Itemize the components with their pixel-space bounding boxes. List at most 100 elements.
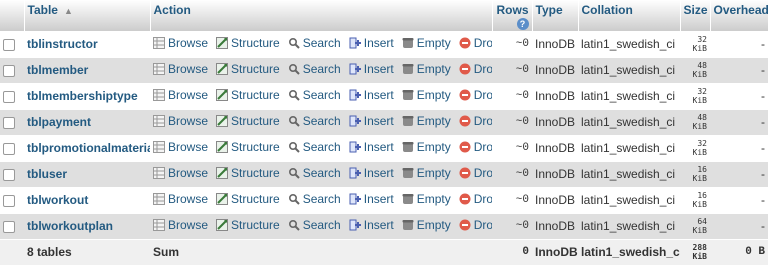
empty-icon — [402, 37, 414, 49]
browse-icon — [153, 89, 165, 101]
browse-action[interactable]: Browse — [153, 88, 208, 102]
help-icon[interactable]: ? — [516, 18, 529, 30]
table-name-link[interactable]: tblinstructor — [27, 37, 98, 51]
row-checkbox[interactable] — [3, 142, 15, 155]
row-collation: latin1_swedish_ci — [578, 109, 680, 136]
actions-cell: Browse Structure Search Insert Empty Drop — [150, 213, 492, 240]
sort-arrow-icon[interactable]: ▲ — [64, 6, 73, 16]
search-action[interactable]: Search — [288, 114, 341, 128]
search-action[interactable]: Search — [288, 166, 341, 180]
table-name-cell: tbluser — [24, 161, 150, 188]
table-name-link[interactable]: tblworkoutplan — [27, 219, 113, 233]
table-name-cell: tblmember — [24, 57, 150, 84]
browse-label: Browse — [168, 192, 209, 206]
drop-action[interactable]: Drop — [459, 62, 492, 76]
insert-action[interactable]: Insert — [349, 192, 394, 206]
search-label: Search — [302, 192, 341, 206]
table-name-link[interactable]: tblpayment — [27, 115, 91, 129]
row-checkbox[interactable] — [3, 168, 15, 181]
header-type[interactable]: Type — [532, 0, 579, 31]
drop-action[interactable]: Drop — [459, 192, 492, 206]
browse-action[interactable]: Browse — [153, 62, 208, 76]
table-row: tbluser Browse Structure Search Insert Empty D… — [0, 161, 768, 188]
insert-action[interactable]: Insert — [349, 36, 394, 50]
header-rows[interactable]: Rows? — [492, 0, 533, 31]
drop-icon — [459, 219, 471, 231]
insert-label: Insert — [363, 140, 394, 154]
row-checkbox-cell — [0, 83, 24, 110]
structure-action[interactable]: Structure — [216, 88, 280, 102]
header-size[interactable]: Size — [680, 0, 711, 31]
empty-action[interactable]: Empty — [402, 166, 451, 180]
structure-action[interactable]: Structure — [216, 140, 280, 154]
empty-action[interactable]: Empty — [402, 114, 451, 128]
table-name-link[interactable]: tblmembershiptype — [27, 89, 138, 103]
insert-action[interactable]: Insert — [349, 88, 394, 102]
structure-action[interactable]: Structure — [216, 192, 280, 206]
structure-action[interactable]: Structure — [216, 36, 280, 50]
insert-action[interactable]: Insert — [349, 218, 394, 232]
row-overhead: - — [710, 135, 768, 162]
insert-action[interactable]: Insert — [349, 140, 394, 154]
table-name-link[interactable]: tblmember — [27, 63, 88, 77]
empty-action[interactable]: Empty — [402, 88, 451, 102]
summary-sum-label: Sum — [150, 238, 492, 266]
insert-action[interactable]: Insert — [349, 62, 394, 76]
row-size-value: 32 — [697, 139, 707, 148]
browse-action[interactable]: Browse — [153, 166, 208, 180]
header-table-label: Table — [27, 3, 58, 17]
search-action[interactable]: Search — [288, 62, 341, 76]
insert-action[interactable]: Insert — [349, 166, 394, 180]
browse-action[interactable]: Browse — [153, 36, 208, 50]
drop-action[interactable]: Drop — [459, 140, 492, 154]
header-row: Table ▲ Action Rows? Type Collation Size … — [0, 0, 768, 31]
drop-icon — [459, 115, 471, 127]
insert-action[interactable]: Insert — [349, 114, 394, 128]
drop-action[interactable]: Drop — [459, 88, 492, 102]
insert-label: Insert — [363, 62, 394, 76]
table-name-link[interactable]: tbluser — [27, 167, 67, 181]
structure-action[interactable]: Structure — [216, 218, 280, 232]
table-name-link[interactable]: tblworkout — [27, 193, 88, 207]
header-collation[interactable]: Collation — [578, 0, 681, 31]
drop-action[interactable]: Drop — [459, 36, 492, 50]
row-checkbox[interactable] — [3, 64, 15, 77]
search-label: Search — [302, 35, 341, 50]
row-size: 32 KiB — [680, 83, 710, 110]
empty-action[interactable]: Empty — [402, 62, 451, 76]
table-name-cell: tblpayment — [24, 109, 150, 136]
row-checkbox[interactable] — [3, 90, 15, 103]
row-size: 16 KiB — [680, 187, 710, 214]
table-name-link[interactable]: tblpromotionalmaterial — [27, 141, 150, 155]
search-action[interactable]: Search — [288, 192, 341, 206]
browse-action[interactable]: Browse — [153, 140, 208, 154]
search-action[interactable]: Search — [288, 218, 341, 232]
search-action[interactable]: Search — [288, 140, 341, 154]
empty-action[interactable]: Empty — [402, 218, 451, 232]
row-checkbox[interactable] — [3, 116, 15, 129]
browse-action[interactable]: Browse — [153, 218, 208, 232]
row-checkbox[interactable] — [3, 194, 15, 207]
empty-action[interactable]: Empty — [402, 192, 451, 206]
row-collation: latin1_swedish_ci — [578, 31, 680, 58]
structure-action[interactable]: Structure — [216, 166, 280, 180]
empty-action[interactable]: Empty — [402, 36, 451, 50]
structure-action[interactable]: Structure — [216, 62, 280, 76]
row-checkbox[interactable] — [3, 38, 15, 51]
browse-action[interactable]: Browse — [153, 114, 208, 128]
search-action[interactable]: Search — [288, 36, 341, 50]
drop-action[interactable]: Drop — [459, 114, 492, 128]
search-action[interactable]: Search — [288, 88, 341, 102]
browse-action[interactable]: Browse — [153, 192, 208, 206]
header-overhead[interactable]: Overhead — [710, 0, 768, 31]
row-overhead: - — [710, 57, 768, 84]
drop-action[interactable]: Drop — [459, 218, 492, 232]
structure-action[interactable]: Structure — [216, 114, 280, 128]
row-engine: InnoDB — [532, 31, 578, 58]
row-checkbox[interactable] — [3, 220, 15, 233]
header-table[interactable]: Table ▲ — [24, 0, 151, 31]
row-collation: latin1_swedish_ci — [578, 57, 680, 84]
browse-label: Browse — [168, 88, 209, 102]
drop-action[interactable]: Drop — [459, 166, 492, 180]
empty-action[interactable]: Empty — [402, 140, 451, 154]
